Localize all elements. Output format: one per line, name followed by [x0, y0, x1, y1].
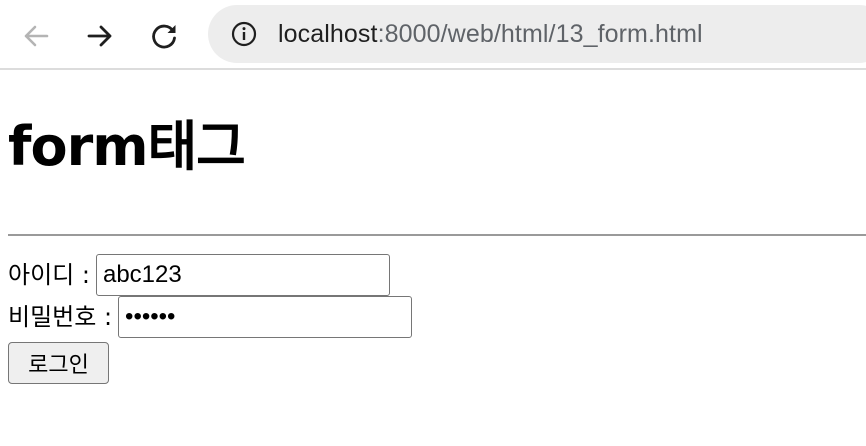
id-label: 아이디 :	[8, 261, 90, 289]
forward-arrow-icon[interactable]	[78, 14, 122, 58]
horizontal-rule	[8, 234, 866, 236]
password-input[interactable]	[118, 296, 413, 338]
id-row: 아이디 :	[8, 254, 390, 296]
login-button[interactable]: 로그인	[8, 342, 109, 384]
password-label: 비밀번호 :	[8, 303, 113, 331]
id-input[interactable]	[95, 254, 390, 296]
back-arrow-icon[interactable]	[14, 14, 58, 58]
reload-icon[interactable]	[142, 14, 186, 58]
password-row: 비밀번호 :	[8, 296, 413, 338]
info-icon[interactable]	[230, 20, 258, 48]
page-title: form태그	[8, 115, 246, 178]
page-content: form태그 아이디 : 비밀번호 : 로그인	[0, 72, 866, 446]
url-host: localhost	[278, 19, 378, 48]
url-path: :8000/web/html/13_form.html	[377, 19, 703, 48]
address-bar[interactable]: localhost:8000/web/html/13_form.html	[208, 5, 866, 63]
browser-toolbar: localhost:8000/web/html/13_form.html	[0, 0, 866, 70]
url-text[interactable]: localhost:8000/web/html/13_form.html	[278, 20, 703, 49]
